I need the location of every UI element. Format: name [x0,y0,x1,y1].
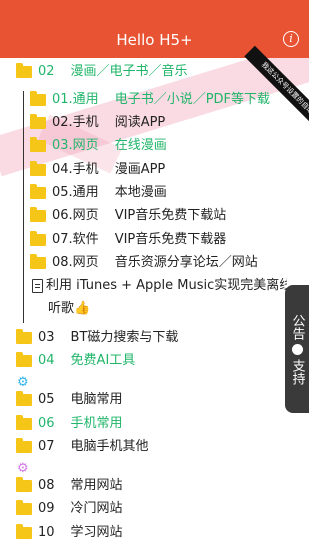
tree-item-root[interactable]: 02 漫画／电子书／音乐 [16,61,188,83]
folder-number: 05 [38,392,55,407]
folder-number: 09 [38,501,55,516]
folder-number: 04 [38,353,55,368]
tree-item-label: 电子书／小说／PDF等下载 [114,92,271,107]
folder-icon [30,114,46,129]
folder-item[interactable]: 09 冷门网站 [16,498,123,520]
folder-item[interactable]: 07 电脑手机其他 [16,436,149,458]
tree-item-number: 08.网页 [52,255,99,270]
title-bar: Hello H5+ i [0,0,309,58]
folder-item[interactable]: 03 BT磁力搜索与下载 [16,327,178,349]
gear-icon: ⚙ [17,375,29,390]
tree-item-number: 03.网页 [52,138,99,153]
tree-item-label: 音乐资源分享论坛／网站 [114,255,258,270]
doc-link-title: 利用 iTunes + Apple Music实现完美离线 [46,278,287,293]
tree-item-number: 07.软件 [52,232,99,247]
folder-icon [16,352,32,367]
tree-item-number: 01.通用 [52,92,99,107]
folder-icon [30,91,46,106]
tree-item-label: 漫画APP [114,162,166,177]
folder-label: 电脑常用 [70,392,123,407]
tree-item-label: 在线漫画 [114,138,167,153]
tree-child-item[interactable]: 06.网页 VIP音乐免费下载站 [30,205,226,227]
page-title: Hello H5+ [116,31,193,49]
tree-child-item[interactable]: 08.网页 音乐资源分享论坛／网站 [30,252,258,274]
folder-item[interactable]: 04 免费AI工具 [16,350,135,372]
gear-icon: ⚙ [17,461,29,476]
doc-link-continued[interactable]: 听歌👍 [48,298,90,320]
tree-item-number: 06.网页 [52,208,99,223]
folder-icon [30,207,46,222]
folder-icon [30,184,46,199]
folder-number: 10 [38,525,55,540]
dot-icon [291,343,303,355]
folder-label: 手机常用 [70,416,123,431]
tree-item-label: 本地漫画 [114,185,167,200]
doc-link[interactable]: 利用 iTunes + Apple Music实现完美离线 [32,275,287,297]
app-window: Hello H5+ i 我这公众号设置的自动回复 02 漫画／电子书／音乐 01… [0,0,309,550]
folder-icon [30,137,46,152]
tree-item-label: 漫画／电子书／音乐 [70,64,188,79]
folder-icon [16,329,32,344]
folder-label: 学习网站 [70,525,123,540]
folder-icon [16,500,32,515]
tree-item-label: 阅读APP [114,115,166,130]
tree-item-number: 02.手机 [52,115,99,130]
folder-icon [30,161,46,176]
folder-icon [30,231,46,246]
folder-item[interactable]: 06 手机常用 [16,413,123,435]
side-tab-announcement[interactable]: 公告 支持 [285,285,309,413]
folder-icon [16,438,32,453]
folder-icon [16,524,32,539]
info-icon[interactable]: i [283,31,299,47]
tree-child-item[interactable]: 03.网页 在线漫画 [30,135,167,157]
side-tab-top-label: 公告 [289,313,305,340]
folder-icon [16,391,32,406]
tree-child-item[interactable]: 07.软件 VIP音乐免费下载器 [30,229,226,251]
tree-item-label: VIP音乐免费下载器 [114,232,227,247]
folder-label: 常用网站 [70,478,123,493]
side-tab-bottom-label: 支持 [289,358,305,385]
folder-icon [16,63,32,78]
doc-link-title-cont: 听歌👍 [48,301,91,316]
tree-child-item[interactable]: 05.通用 本地漫画 [30,182,167,204]
tree-item-label: VIP音乐免费下载站 [114,208,227,223]
folder-label: BT磁力搜索与下载 [70,330,179,345]
tree-connector-line [23,91,24,323]
folder-item[interactable]: 08 常用网站 [16,475,123,497]
folder-number: 08 [38,478,55,493]
tree-child-item[interactable]: 04.手机 漫画APP [30,159,165,181]
folder-label: 免费AI工具 [70,353,136,368]
folder-icon [30,254,46,269]
tree-child-item[interactable]: 01.通用 电子书／小说／PDF等下载 [30,89,270,111]
folder-icon [16,415,32,430]
tree-child-item[interactable]: 02.手机 阅读APP [30,112,165,134]
tree-item-number: 04.手机 [52,162,99,177]
tree-item-number: 05.通用 [52,185,99,200]
document-icon [32,279,43,293]
folder-number: 07 [38,439,55,454]
folder-item[interactable]: 05 电脑常用 [16,389,123,411]
tree-item-number: 02 [38,64,55,79]
folder-label: 冷门网站 [70,501,123,516]
folder-number: 03 [38,330,55,345]
folder-item[interactable]: 10 学习网站 [16,522,123,544]
folder-label: 电脑手机其他 [70,439,149,454]
folder-icon [16,477,32,492]
folder-number: 06 [38,416,55,431]
